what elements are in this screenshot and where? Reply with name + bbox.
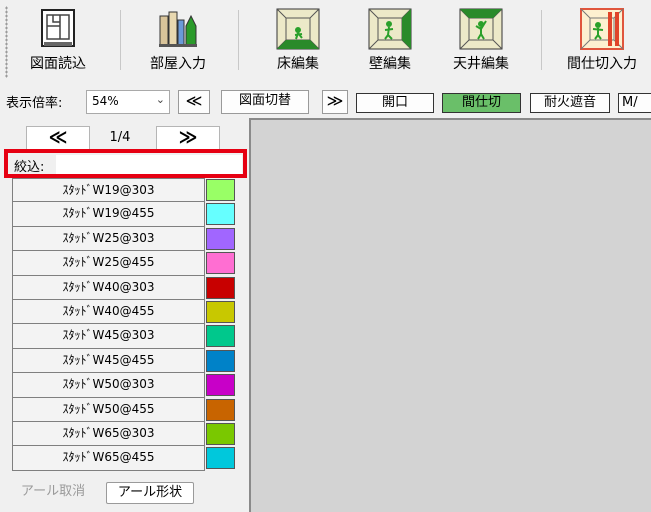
material-name[interactable]: ｽﾀｯﾄﾞW40@455 [12, 299, 205, 325]
drawing-read-button[interactable]: 図面読込 [18, 0, 98, 84]
toolbar-separator [238, 10, 239, 70]
floor-edit-button[interactable]: 床編集 [258, 0, 338, 84]
toolbar-separator [120, 10, 121, 70]
partition-input-label: 間仕切入力 [567, 56, 637, 72]
main-toolbar: 図面読込 部屋入力 床編集 壁編集 天井編集 間仕切入力 [0, 0, 651, 84]
arc-cancel-button[interactable]: アール取消 [10, 482, 96, 504]
zoom-label: 表示倍率: [6, 96, 63, 111]
material-name[interactable]: ｽﾀｯﾄﾞW45@303 [12, 324, 205, 349]
list-item[interactable]: ｽﾀｯﾄﾞW65@455 [12, 446, 237, 471]
chevron-down-icon[interactable]: ⌄ [156, 93, 165, 106]
wall-edit-icon [368, 8, 412, 50]
more-mode-button[interactable]: M/ [618, 93, 651, 113]
list-item[interactable]: ｽﾀｯﾄﾞW19@455 [12, 202, 237, 227]
ceiling-edit-button[interactable]: 天井編集 [441, 0, 521, 84]
list-item[interactable]: ｽﾀｯﾄﾞW19@303 [12, 178, 237, 203]
material-name[interactable]: ｽﾀｯﾄﾞW40@303 [12, 275, 205, 300]
drawing-switch-button[interactable]: 図面切替 [221, 90, 309, 114]
color-swatch[interactable] [206, 374, 235, 397]
partition-mode-button[interactable]: 間仕切 [442, 93, 521, 113]
list-item[interactable]: ｽﾀｯﾄﾞW40@303 [12, 275, 237, 300]
room-input-icon [159, 11, 197, 47]
page-indicator: 1/4 [109, 130, 131, 145]
partition-input-button[interactable]: 間仕切入力 [556, 0, 648, 84]
drawing-read-icon [41, 9, 75, 47]
material-name[interactable]: ｽﾀｯﾄﾞW25@303 [12, 226, 205, 252]
material-name[interactable]: ｽﾀｯﾄﾞW50@455 [12, 397, 205, 422]
list-item[interactable]: ｽﾀｯﾄﾞW40@455 [12, 299, 237, 325]
material-name[interactable]: ｽﾀｯﾄﾞW65@455 [12, 446, 205, 471]
next-drawing-button[interactable]: ≫ [322, 90, 348, 114]
color-swatch[interactable] [206, 227, 235, 250]
color-swatch[interactable] [206, 325, 235, 348]
color-swatch[interactable] [206, 203, 235, 226]
fireproof-soundproof-button[interactable]: 耐火遮音 [530, 93, 610, 113]
filter-label: 絞込: [14, 160, 45, 175]
list-item[interactable]: ｽﾀｯﾄﾞW25@303 [12, 226, 237, 252]
page-next-button[interactable]: ≫ [156, 126, 220, 150]
filter-input[interactable] [56, 155, 242, 174]
floor-edit-icon [276, 8, 320, 50]
material-name[interactable]: ｽﾀｯﾄﾞW45@455 [12, 348, 205, 374]
zoom-select[interactable]: 54% ⌄ [86, 90, 170, 114]
list-item[interactable]: ｽﾀｯﾄﾞW45@303 [12, 324, 237, 349]
color-swatch[interactable] [206, 300, 235, 323]
page-prev-button[interactable]: ≪ [26, 126, 90, 150]
room-input-button[interactable]: 部屋入力 [138, 0, 218, 84]
opening-button[interactable]: 開口 [356, 93, 434, 113]
room-input-label: 部屋入力 [150, 56, 206, 72]
list-item[interactable]: ｽﾀｯﾄﾞW65@303 [12, 421, 237, 447]
color-swatch[interactable] [206, 349, 235, 372]
ceiling-edit-icon [459, 8, 503, 50]
color-swatch[interactable] [206, 447, 235, 470]
toolbar-grip[interactable] [5, 6, 8, 78]
floor-edit-label: 床編集 [277, 56, 319, 72]
material-name[interactable]: ｽﾀｯﾄﾞW25@455 [12, 251, 205, 276]
drawing-canvas[interactable] [249, 118, 651, 512]
list-item[interactable]: ｽﾀｯﾄﾞW50@455 [12, 397, 237, 422]
drawing-read-label: 図面読込 [30, 56, 86, 72]
material-list: ｽﾀｯﾄﾞW19@303 ｽﾀｯﾄﾞW19@455 ｽﾀｯﾄﾞW25@303 ｽﾀｯﾄ… [12, 178, 237, 471]
list-item[interactable]: ｽﾀｯﾄﾞW45@455 [12, 348, 237, 374]
prev-drawing-button[interactable]: ≪ [178, 90, 210, 114]
color-swatch[interactable] [206, 276, 235, 299]
ceiling-edit-label: 天井編集 [453, 56, 509, 72]
color-swatch[interactable] [206, 179, 235, 201]
list-item[interactable]: ｽﾀｯﾄﾞW25@455 [12, 251, 237, 276]
material-name[interactable]: ｽﾀｯﾄﾞW65@303 [12, 421, 205, 447]
wall-edit-button[interactable]: 壁編集 [350, 0, 430, 84]
partition-input-icon [580, 8, 624, 50]
color-swatch[interactable] [206, 422, 235, 445]
color-swatch[interactable] [206, 398, 235, 421]
list-item[interactable]: ｽﾀｯﾄﾞW50@303 [12, 373, 237, 398]
arc-shape-button[interactable]: アール形状 [106, 482, 194, 504]
wall-edit-label: 壁編集 [369, 56, 411, 72]
material-name[interactable]: ｽﾀｯﾄﾞW19@455 [12, 202, 205, 227]
zoom-value: 54% [92, 94, 119, 108]
color-swatch[interactable] [206, 252, 235, 275]
material-name[interactable]: ｽﾀｯﾄﾞW19@303 [12, 178, 205, 203]
filter-box: 絞込: [4, 149, 247, 178]
material-name[interactable]: ｽﾀｯﾄﾞW50@303 [12, 373, 205, 398]
toolbar-separator [541, 10, 542, 70]
